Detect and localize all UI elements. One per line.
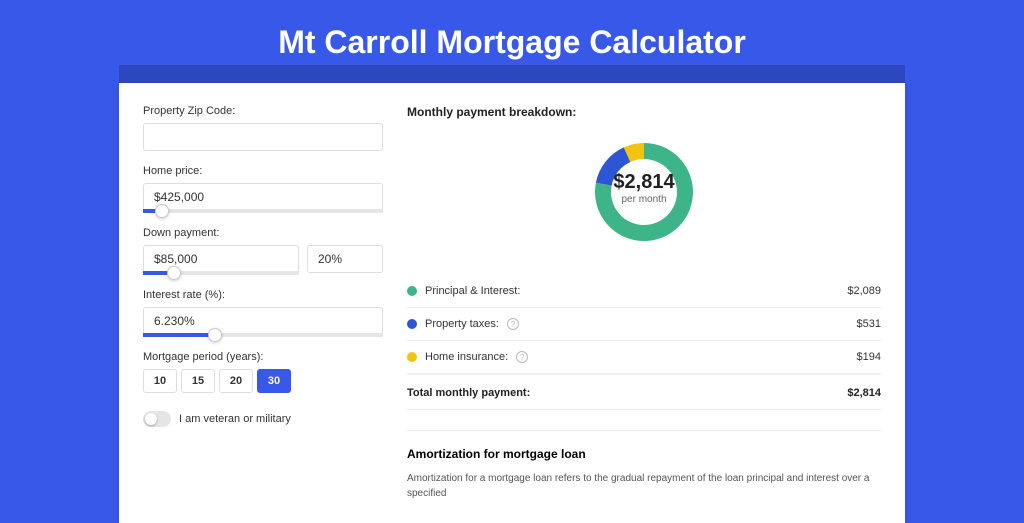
period-btn-15[interactable]: 15 bbox=[181, 369, 215, 393]
form-column: Property Zip Code: Home price: Down paym… bbox=[143, 105, 383, 501]
period-field: Mortgage period (years): 10 15 20 30 bbox=[143, 351, 383, 393]
amortization-title: Amortization for mortgage loan bbox=[407, 447, 881, 461]
amortization-text: Amortization for a mortgage loan refers … bbox=[407, 471, 881, 501]
rate-input[interactable] bbox=[143, 307, 383, 335]
down-slider-thumb[interactable] bbox=[167, 266, 181, 280]
line-insurance: Home insurance: ? $194 bbox=[407, 341, 881, 374]
line-taxes-label: Property taxes: bbox=[425, 318, 499, 330]
line-insurance-label: Home insurance: bbox=[425, 351, 508, 363]
down-amount-input[interactable] bbox=[143, 245, 299, 273]
donut-amount: $2,814 bbox=[609, 171, 679, 194]
amortization-section: Amortization for mortgage loan Amortizat… bbox=[407, 430, 881, 501]
down-pct-input[interactable] bbox=[307, 245, 383, 273]
line-principal-label: Principal & Interest: bbox=[425, 285, 520, 297]
veteran-row: I am veteran or military bbox=[143, 411, 383, 427]
header-stripe bbox=[119, 65, 905, 83]
price-slider-thumb[interactable] bbox=[155, 204, 169, 218]
down-field: Down payment: bbox=[143, 227, 383, 275]
line-principal: Principal & Interest: $2,089 bbox=[407, 275, 881, 308]
veteran-toggle[interactable] bbox=[143, 411, 171, 427]
line-taxes: Property taxes: ? $531 bbox=[407, 308, 881, 341]
down-slider[interactable] bbox=[143, 271, 299, 275]
veteran-label: I am veteran or military bbox=[179, 413, 291, 425]
rate-label: Interest rate (%): bbox=[143, 289, 383, 301]
period-label: Mortgage period (years): bbox=[143, 351, 383, 363]
dot-yellow-icon bbox=[407, 352, 417, 362]
breakdown-title: Monthly payment breakdown: bbox=[407, 105, 881, 119]
down-label: Down payment: bbox=[143, 227, 383, 239]
price-input[interactable] bbox=[143, 183, 383, 211]
zip-input[interactable] bbox=[143, 123, 383, 151]
line-taxes-value: $531 bbox=[857, 318, 881, 330]
rate-field: Interest rate (%): bbox=[143, 289, 383, 337]
info-icon[interactable]: ? bbox=[516, 351, 528, 363]
breakdown-column: Monthly payment breakdown: $2,814 bbox=[407, 105, 881, 501]
zip-label: Property Zip Code: bbox=[143, 105, 383, 117]
period-btn-30[interactable]: 30 bbox=[257, 369, 291, 393]
line-total-label: Total monthly payment: bbox=[407, 387, 530, 399]
price-label: Home price: bbox=[143, 165, 383, 177]
dot-green-icon bbox=[407, 286, 417, 296]
period-buttons: 10 15 20 30 bbox=[143, 369, 383, 393]
rate-slider-thumb[interactable] bbox=[208, 328, 222, 342]
line-principal-value: $2,089 bbox=[847, 285, 881, 297]
price-slider[interactable] bbox=[143, 209, 383, 213]
line-total: Total monthly payment: $2,814 bbox=[407, 374, 881, 410]
donut-chart: $2,814 per month bbox=[407, 129, 881, 255]
rate-slider[interactable] bbox=[143, 333, 383, 337]
zip-field: Property Zip Code: bbox=[143, 105, 383, 151]
period-btn-20[interactable]: 20 bbox=[219, 369, 253, 393]
calculator-card: Property Zip Code: Home price: Down paym… bbox=[119, 83, 905, 523]
price-field: Home price: bbox=[143, 165, 383, 213]
line-total-value: $2,814 bbox=[847, 387, 881, 399]
donut-subtext: per month bbox=[609, 194, 679, 205]
dot-blue-icon bbox=[407, 319, 417, 329]
info-icon[interactable]: ? bbox=[507, 318, 519, 330]
line-insurance-value: $194 bbox=[857, 351, 881, 363]
period-btn-10[interactable]: 10 bbox=[143, 369, 177, 393]
